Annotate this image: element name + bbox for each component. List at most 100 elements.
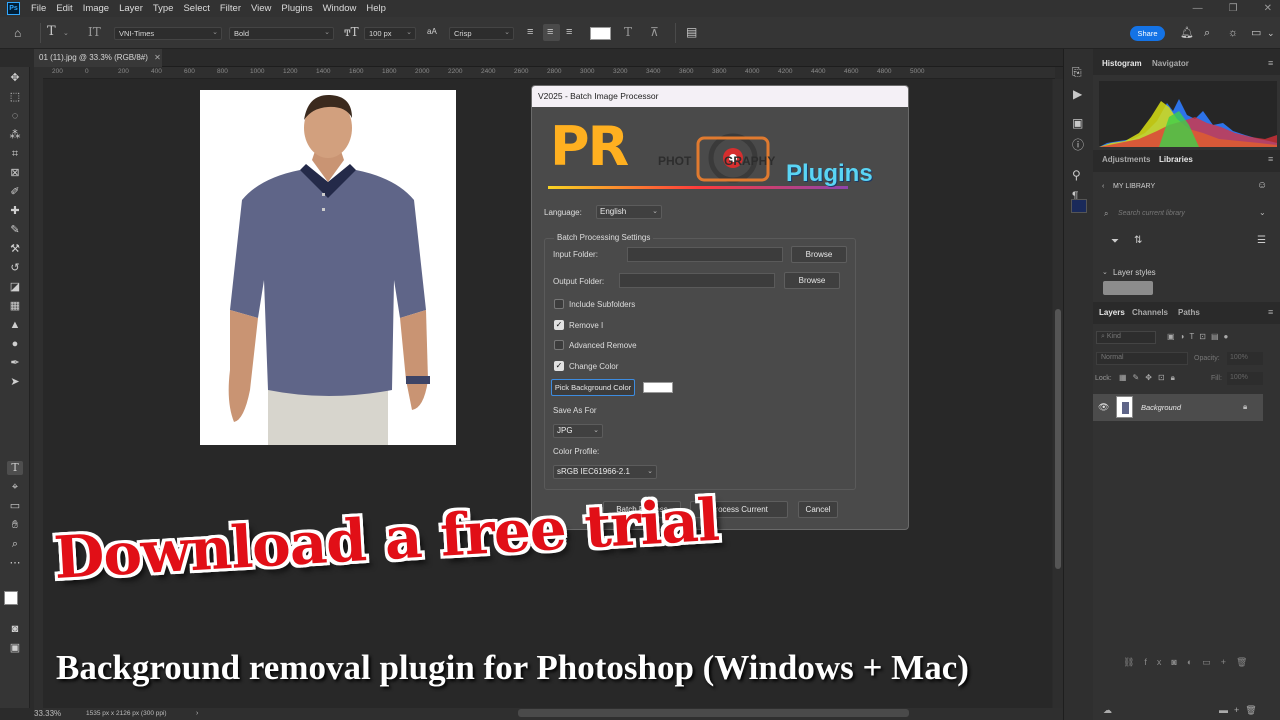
change-color-checkbox[interactable]: ✓ (554, 361, 564, 371)
antialias-select[interactable]: Crisp ⌄ (449, 27, 514, 40)
library-footer-icons[interactable]: ▬+🗑︎ (1219, 705, 1263, 716)
document-tab[interactable]: 01 (11).jpg @ 33.3% (RGB/8#) ✕ (34, 49, 162, 67)
menu-image[interactable]: Image (78, 3, 114, 14)
document-image[interactable] (200, 90, 456, 445)
search-icon[interactable]: ⌕ (1204, 26, 1210, 40)
tab-channels[interactable]: Channels (1132, 308, 1168, 317)
layer-filter-icons[interactable]: ▣◑T⊡▤● (1167, 332, 1233, 341)
fill-input[interactable]: 100% (1227, 372, 1263, 385)
input-folder-field[interactable] (627, 247, 783, 262)
pick-background-color-button[interactable]: Pick Background Color (551, 379, 635, 396)
format-select[interactable]: JPG ⌄ (553, 424, 603, 438)
quick-mask-icon[interactable]: ◙ (7, 622, 23, 636)
tab-libraries[interactable]: Libraries (1159, 155, 1193, 164)
share-button[interactable]: Share (1130, 26, 1165, 41)
chevron-down-icon[interactable]: ⌄ (1259, 208, 1266, 217)
move-tool-icon[interactable]: ✥ (7, 71, 23, 85)
more-tools-icon[interactable]: ⋯ (7, 556, 23, 570)
close-icon[interactable]: ✕ (1264, 3, 1272, 14)
gradient-tool-icon[interactable]: ▦ (7, 299, 23, 313)
language-select[interactable]: English ⌄ (596, 205, 662, 219)
document-info[interactable]: 1535 px x 2126 px (300 ppi) (86, 708, 167, 720)
font-size-select[interactable]: 100 px ⌄ (364, 27, 416, 40)
menu-type[interactable]: Type (148, 3, 179, 14)
chevron-down-icon[interactable]: ⌄ (63, 29, 69, 37)
user-icon[interactable]: ☺ (1257, 180, 1267, 191)
frame-tool-icon[interactable]: ⊠ (7, 166, 23, 180)
chevron-right-icon[interactable]: › (196, 708, 198, 720)
include-subfolders-checkbox[interactable] (554, 299, 564, 309)
panel-menu-icon[interactable]: ≡ (1268, 58, 1273, 68)
filter-icon[interactable]: ⏷ (1111, 236, 1119, 247)
cloud-icon[interactable]: ☁ (1103, 705, 1112, 716)
sort-icon[interactable]: ⇅ (1134, 235, 1142, 246)
align-center-icon[interactable]: ≡ (547, 25, 553, 39)
dodge-tool-icon[interactable]: ● (7, 337, 23, 351)
chevron-down-icon[interactable]: ⌄ (1267, 26, 1275, 40)
background-color-swatch[interactable] (643, 382, 673, 393)
type-tool-icon[interactable]: T (47, 25, 56, 39)
discover-icon[interactable]: ☼ (1228, 26, 1238, 40)
blur-tool-icon[interactable]: ▲ (7, 318, 23, 332)
remove-checkbox[interactable]: ✓ (554, 320, 564, 330)
play-icon[interactable]: ▶ (1073, 87, 1082, 101)
browse-output-button[interactable]: Browse (784, 272, 840, 289)
color-profile-select[interactable]: sRGB IEC61966-2.1 ⌄ (553, 465, 657, 479)
chevron-down-icon[interactable]: ⌄ (1102, 268, 1108, 276)
layer-style-thumb[interactable] (1103, 281, 1153, 295)
panel-menu-icon[interactable]: ≡ (1268, 307, 1273, 317)
direct-select-icon[interactable]: ⌖ (7, 480, 23, 494)
hand-tool-icon[interactable]: ✋︎ (7, 518, 23, 532)
pen-tool-icon[interactable]: ✒ (7, 356, 23, 370)
tab-adjustments[interactable]: Adjustments (1102, 155, 1150, 164)
rectangle-tool-icon[interactable]: ▭ (7, 499, 23, 513)
eyedropper-icon[interactable]: ✐ (7, 185, 23, 199)
properties-icon[interactable]: ▣ (1072, 116, 1083, 130)
menu-edit[interactable]: Edit (51, 3, 77, 14)
eye-icon[interactable]: 👁︎ (1098, 402, 1109, 413)
list-view-icon[interactable]: ☰ (1257, 235, 1266, 246)
bell-icon[interactable]: 🔔︎ (1180, 26, 1194, 40)
eraser-icon[interactable]: ◪ (7, 280, 23, 294)
menu-select[interactable]: Select (178, 3, 214, 14)
tab-navigator[interactable]: Navigator (1152, 59, 1189, 68)
type-tool-icon[interactable]: T (7, 461, 23, 475)
tab-paths[interactable]: Paths (1178, 308, 1200, 317)
menu-view[interactable]: View (246, 3, 276, 14)
close-icon[interactable]: ✕ (154, 53, 161, 62)
menu-filter[interactable]: Filter (215, 3, 246, 14)
healing-brush-icon[interactable]: ✚ (7, 204, 23, 218)
panel-menu-icon[interactable]: ≡ (1268, 154, 1273, 164)
cancel-button[interactable]: Cancel (798, 501, 838, 518)
align-right-icon[interactable]: ≡ (566, 25, 572, 39)
scrollbar-thumb[interactable] (1055, 309, 1061, 569)
text-color-swatch[interactable] (590, 27, 611, 40)
menu-help[interactable]: Help (361, 3, 391, 14)
font-style-select[interactable]: Bold ⌄ (229, 27, 334, 40)
layer-actions-icons[interactable]: ⛓fx◙◐▭+🗑︎ (1123, 657, 1257, 668)
plugin-thumb-icon[interactable] (1071, 199, 1087, 213)
crop-tool-icon[interactable]: ⌗ (7, 147, 23, 161)
character-panel-icon[interactable]: ▤ (686, 25, 697, 39)
lock-icons[interactable]: ▦✎✥⊡🔒︎ (1119, 373, 1181, 383)
brush-tool-icon[interactable]: ✎ (7, 223, 23, 237)
opacity-input[interactable]: 100% (1227, 352, 1263, 365)
font-family-select[interactable]: VNI-Times ⌄ (114, 27, 222, 40)
menu-plugins[interactable]: Plugins (276, 3, 317, 14)
align-left-icon[interactable]: ≡ (527, 25, 533, 39)
screen-mode-icon[interactable]: ▣ (7, 641, 23, 655)
warp-text-icon[interactable]: T (624, 25, 632, 39)
workspace-icon[interactable]: ▭ (1251, 26, 1261, 40)
orientation-toggle-icon[interactable]: IT (88, 25, 101, 39)
vertical-scrollbar[interactable] (1053, 79, 1063, 708)
history-brush-icon[interactable]: ↺ (7, 261, 23, 275)
menu-window[interactable]: Window (318, 3, 362, 14)
zoom-tool-icon[interactable]: ⌕ (7, 537, 23, 551)
foreground-color-swatch[interactable] (4, 591, 18, 605)
plugin-panel-icon[interactable]: ⎘ (1072, 65, 1082, 79)
layer-kind-filter[interactable]: ⌕ Kind (1096, 331, 1156, 344)
layer-styles-label[interactable]: Layer styles (1113, 268, 1156, 277)
layer-name[interactable]: Background (1141, 403, 1181, 412)
minimize-icon[interactable]: — (1193, 3, 1203, 14)
browse-input-button[interactable]: Browse (791, 246, 847, 263)
